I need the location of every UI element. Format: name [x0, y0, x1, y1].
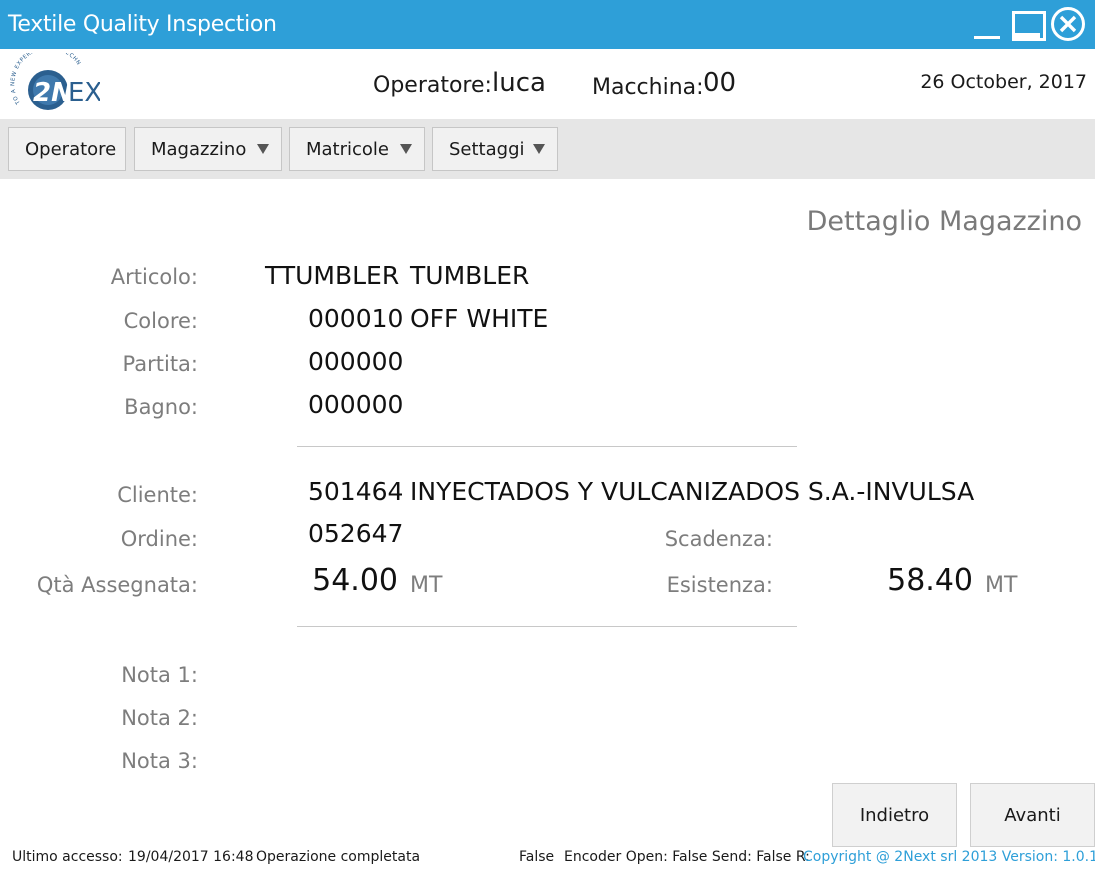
status-flag: False [519, 849, 555, 865]
close-icon [1051, 7, 1085, 41]
qta-assegnata-unit: MT [410, 573, 443, 598]
status-bar: Ultimo accesso: 19/04/2017 16:48 Operazi… [0, 848, 1095, 875]
colore-code: 000010 [308, 304, 404, 333]
menu-matricole[interactable]: Matricole [289, 127, 425, 171]
articolo-label: Articolo: [110, 265, 198, 289]
articolo-code: TTUMBLER [265, 261, 400, 290]
chevron-down-icon [533, 144, 545, 154]
operator-label: Operatore: [373, 73, 492, 98]
current-date: 26 October, 2017 [920, 71, 1087, 93]
close-button[interactable] [1049, 6, 1087, 42]
menu-toolbar: Operatore Magazzino Matricole Settaggi [0, 119, 1095, 179]
scadenza-label: Scadenza: [664, 527, 773, 551]
operator-value: luca [492, 68, 546, 98]
menu-operatore-label: Operatore [25, 138, 117, 160]
ordine-label: Ordine: [120, 527, 198, 551]
partita-value: 000000 [308, 347, 404, 376]
nota2-label: Nota 2: [121, 706, 198, 730]
last-access-label: Ultimo accesso: [12, 849, 123, 865]
nota3-label: Nota 3: [121, 749, 198, 773]
menu-operatore[interactable]: Operatore [8, 127, 126, 171]
divider [297, 626, 797, 627]
ordine-value: 052647 [308, 519, 404, 548]
esistenza-label: Esistenza: [666, 573, 773, 597]
menu-matricole-label: Matricole [306, 138, 390, 160]
title-bar: Textile Quality Inspection [0, 0, 1095, 49]
qta-assegnata-value: 54.00 [312, 563, 398, 598]
divider [297, 446, 797, 447]
esistenza-value: 58.40 [887, 563, 973, 598]
colore-label: Colore: [123, 309, 198, 333]
cliente-desc: INYECTADOS Y VULCANIZADOS S.A.-INVULSA [410, 477, 975, 506]
encoder-status: Encoder Open: False Send: False R: [564, 849, 810, 865]
colore-desc: OFF WHITE [410, 304, 549, 333]
partita-label: Partita: [122, 352, 198, 376]
company-logo: TO A NEW EXPERIENCE IN TECHNOLOGY 2N EXT [10, 53, 100, 110]
articolo-desc: TUMBLER [410, 261, 530, 290]
bagno-value: 000000 [308, 390, 404, 419]
menu-magazzino[interactable]: Magazzino [134, 127, 282, 171]
menu-magazzino-label: Magazzino [151, 138, 247, 160]
machine-value: 00 [703, 68, 737, 98]
nota1-label: Nota 1: [121, 663, 198, 687]
logo-text-tail: EXT [68, 78, 100, 108]
cliente-code: 501464 [308, 477, 404, 506]
menu-settaggi[interactable]: Settaggi [432, 127, 558, 171]
bagno-label: Bagno: [124, 395, 198, 419]
maximize-button[interactable] [1010, 6, 1046, 42]
chevron-down-icon [257, 144, 269, 154]
page-title: Dettaglio Magazzino [806, 206, 1082, 237]
menu-settaggi-label: Settaggi [449, 138, 525, 160]
app-header: TO A NEW EXPERIENCE IN TECHNOLOGY 2N EXT… [0, 49, 1095, 119]
copyright-link[interactable]: Copyright @ 2Next srl 2013 Version: 1.0.… [803, 849, 1095, 865]
qta-assegnata-label: Qtà Assegnata: [36, 573, 198, 597]
status-message: Operazione completata [256, 849, 421, 865]
next-button[interactable]: Avanti [970, 783, 1095, 847]
machine-label: Macchina: [592, 75, 704, 100]
last-access-value: 19/04/2017 16:48 [128, 849, 254, 865]
minimize-button[interactable] [970, 6, 1002, 42]
chevron-down-icon [400, 144, 412, 154]
back-button[interactable]: Indietro [832, 783, 957, 847]
esistenza-unit: MT [985, 573, 1018, 598]
window-title: Textile Quality Inspection [8, 12, 277, 37]
cliente-label: Cliente: [117, 483, 198, 507]
